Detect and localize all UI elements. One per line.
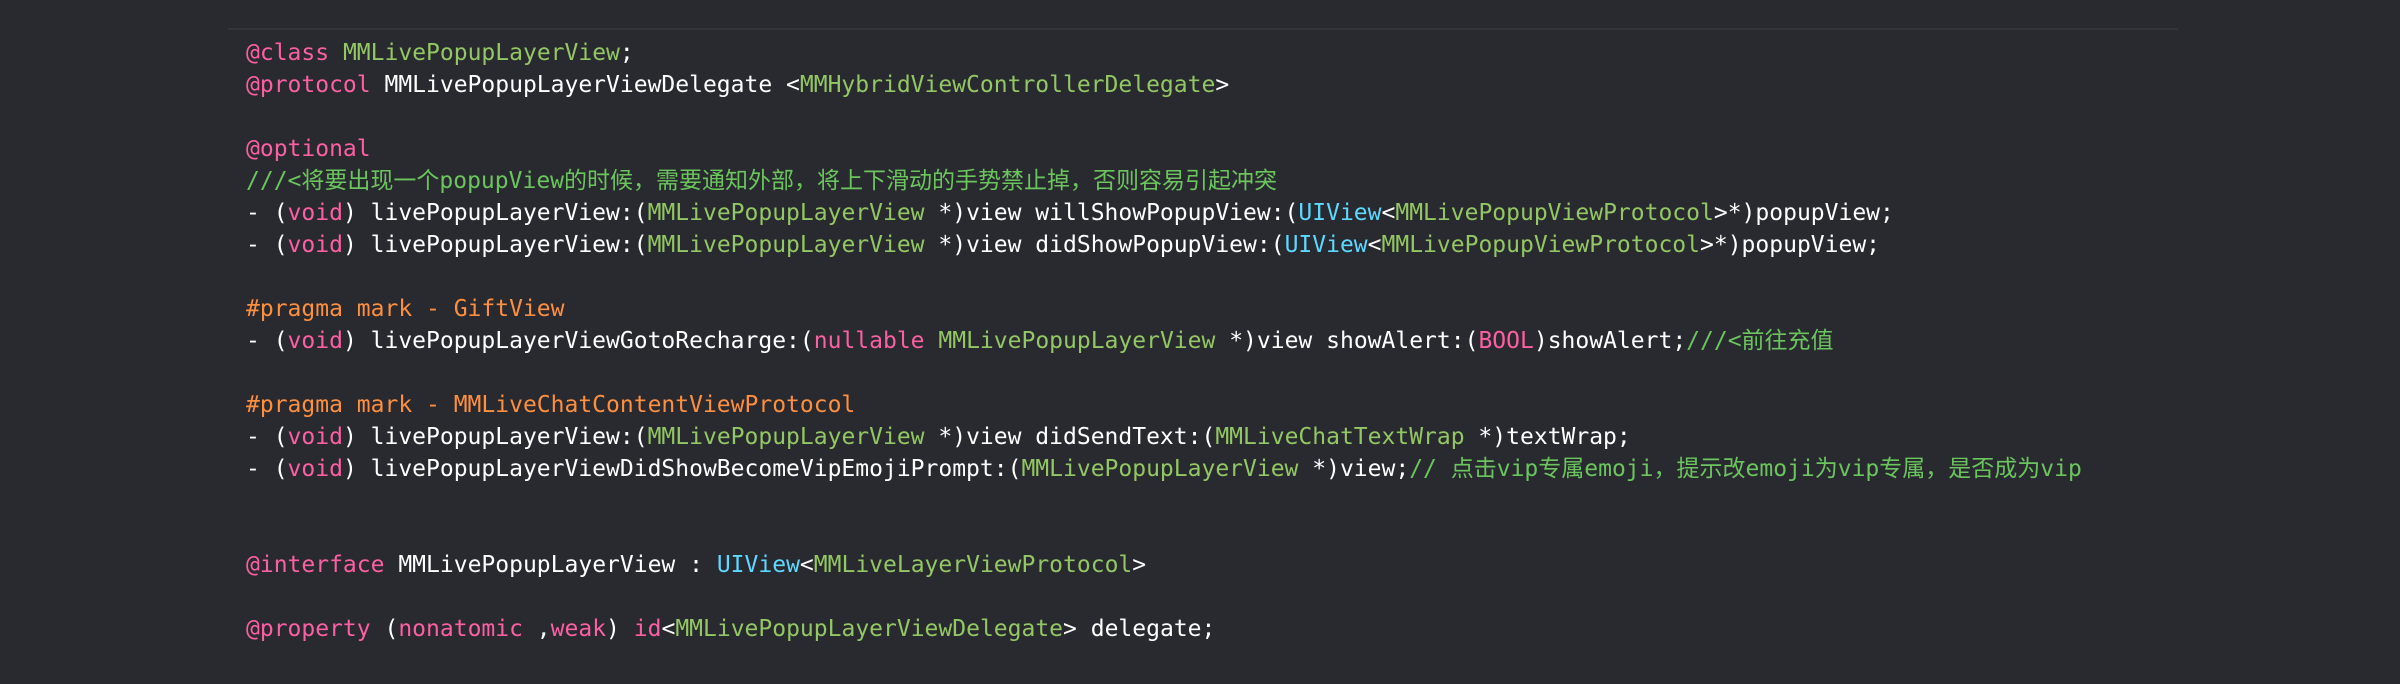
code-token: - (	[246, 232, 288, 258]
code-token: *)view didShowPopupView:(	[924, 232, 1285, 258]
code-token: ) livePopupLayerViewDidShowBecomeVipEmoj…	[342, 456, 1022, 482]
source-code[interactable]: @class MMLivePopupLayerView; @protocol MM…	[246, 37, 2082, 645]
code-token: ,	[522, 616, 551, 642]
code-line[interactable]: #pragma mark - MMLiveChatContentViewProt…	[246, 389, 2082, 421]
code-token: ) livePopupLayerView:(	[342, 232, 648, 258]
code-token: nonatomic	[398, 616, 523, 642]
code-token: MMHybridViewControllerDelegate	[799, 72, 1216, 98]
code-line[interactable]	[246, 581, 2082, 613]
code-token: @property	[246, 616, 371, 642]
code-token: *)view;	[1298, 456, 1410, 482]
code-token: @class	[246, 40, 330, 66]
code-token: MMLiveLayerViewProtocol	[813, 552, 1133, 578]
code-token: MMLivePopupLayerView :	[384, 552, 717, 578]
code-token: *)textWrap;	[1464, 424, 1631, 450]
code-line[interactable]	[246, 357, 2082, 389]
code-token: >*)popupView;	[1700, 232, 1881, 258]
code-token: MMLivePopupLayerView	[647, 232, 925, 258]
code-line[interactable]: - (void) livePopupLayerView:(MMLivePopup…	[246, 197, 2082, 229]
code-token: ///<将要出现一个popupView的时候，需要通知外部，将上下滑动的手势禁止…	[246, 168, 1278, 194]
code-token: <	[799, 552, 814, 578]
code-line[interactable]: @protocol MMLivePopupLayerViewDelegate <…	[246, 69, 2082, 101]
code-token: MMLivePopupLayerViewDelegate	[675, 616, 1064, 642]
code-token: <	[1367, 232, 1382, 258]
code-token: void	[287, 328, 343, 354]
code-token: > delegate;	[1063, 616, 1216, 642]
code-line[interactable]	[246, 101, 2082, 133]
code-token: >	[1215, 72, 1230, 98]
code-line[interactable]	[246, 517, 2082, 549]
code-token: ) livePopupLayerView:(	[342, 200, 648, 226]
code-token: nullable	[813, 328, 925, 354]
code-token: @optional	[246, 136, 371, 162]
code-token: *)view didSendText:(	[924, 424, 1216, 450]
code-line[interactable]: #pragma mark - GiftView	[246, 293, 2082, 325]
code-token: UIView	[1298, 200, 1382, 226]
code-line[interactable]: - (void) livePopupLayerView:(MMLivePopup…	[246, 421, 2082, 453]
code-line[interactable]: @interface MMLivePopupLayerView : UIView…	[246, 549, 2082, 581]
code-token: void	[287, 232, 343, 258]
code-line[interactable]: - (void) livePopupLayerViewDidShowBecome…	[246, 453, 2082, 485]
code-token: MMLivePopupLayerView	[1021, 456, 1299, 482]
code-token: // 点击vip专属emoji，提示改emoji为vip专属，是否成为vip	[1409, 456, 2082, 482]
code-token: ) livePopupLayerViewGotoRecharge:(	[342, 328, 814, 354]
code-token: UIView	[716, 552, 800, 578]
code-line[interactable]: @optional	[246, 133, 2082, 165]
code-token: UIView	[1284, 232, 1368, 258]
code-line[interactable]: @property (nonatomic ,weak) id<MMLivePop…	[246, 613, 2082, 645]
code-token: <	[661, 616, 676, 642]
divider-line	[228, 28, 2178, 30]
code-token: <	[1381, 200, 1396, 226]
code-token: weak	[550, 616, 607, 642]
code-token: *)view willShowPopupView:(	[924, 200, 1299, 226]
code-token: *)view showAlert:(	[1215, 328, 1479, 354]
code-token: void	[287, 200, 343, 226]
code-token: void	[287, 424, 343, 450]
code-token: ) livePopupLayerView:(	[342, 424, 648, 450]
code-token: >*)popupView;	[1713, 200, 1894, 226]
code-token: #pragma mark - GiftView	[246, 296, 565, 322]
code-token: - (	[246, 456, 288, 482]
code-token: MMLivePopupViewProtocol	[1395, 200, 1714, 226]
code-line[interactable]: ///<将要出现一个popupView的时候，需要通知外部，将上下滑动的手势禁止…	[246, 165, 2082, 197]
code-token: >	[1132, 552, 1147, 578]
code-token: - (	[246, 424, 288, 450]
code-editor[interactable]: @class MMLivePopupLayerView; @protocol MM…	[0, 0, 2400, 684]
code-token: ;	[619, 40, 634, 66]
code-line[interactable]	[246, 261, 2082, 293]
code-line[interactable]: - (void) livePopupLayerView:(MMLivePopup…	[246, 229, 2082, 261]
code-token: MMLivePopupLayerViewDelegate <	[370, 72, 800, 98]
code-token: )	[606, 616, 634, 642]
code-token: MMLivePopupLayerView	[938, 328, 1216, 354]
code-token: @interface	[246, 552, 385, 578]
code-token: ///<前往充值	[1686, 328, 1834, 354]
code-token: void	[287, 456, 343, 482]
code-token: BOOL	[1478, 328, 1534, 354]
code-token: #pragma mark - MMLiveChatContentViewProt…	[246, 392, 856, 418]
code-line[interactable]: - (void) livePopupLayerViewGotoRecharge:…	[246, 325, 2082, 357]
code-token: id	[633, 616, 662, 642]
code-token: - (	[246, 328, 288, 354]
code-line[interactable]: @class MMLivePopupLayerView;	[246, 37, 2082, 69]
code-token: @protocol	[246, 72, 371, 98]
code-token: MMLivePopupViewProtocol	[1381, 232, 1701, 258]
code-token: MMLivePopupLayerView	[342, 40, 620, 66]
code-token: )showAlert;	[1533, 328, 1687, 354]
code-token: MMLivePopupLayerView	[647, 200, 925, 226]
code-line[interactable]	[246, 485, 2082, 517]
code-token: (	[370, 616, 399, 642]
code-token: MMLivePopupLayerView	[647, 424, 925, 450]
code-token: MMLiveChatTextWrap	[1215, 424, 1465, 450]
code-token: - (	[246, 200, 288, 226]
